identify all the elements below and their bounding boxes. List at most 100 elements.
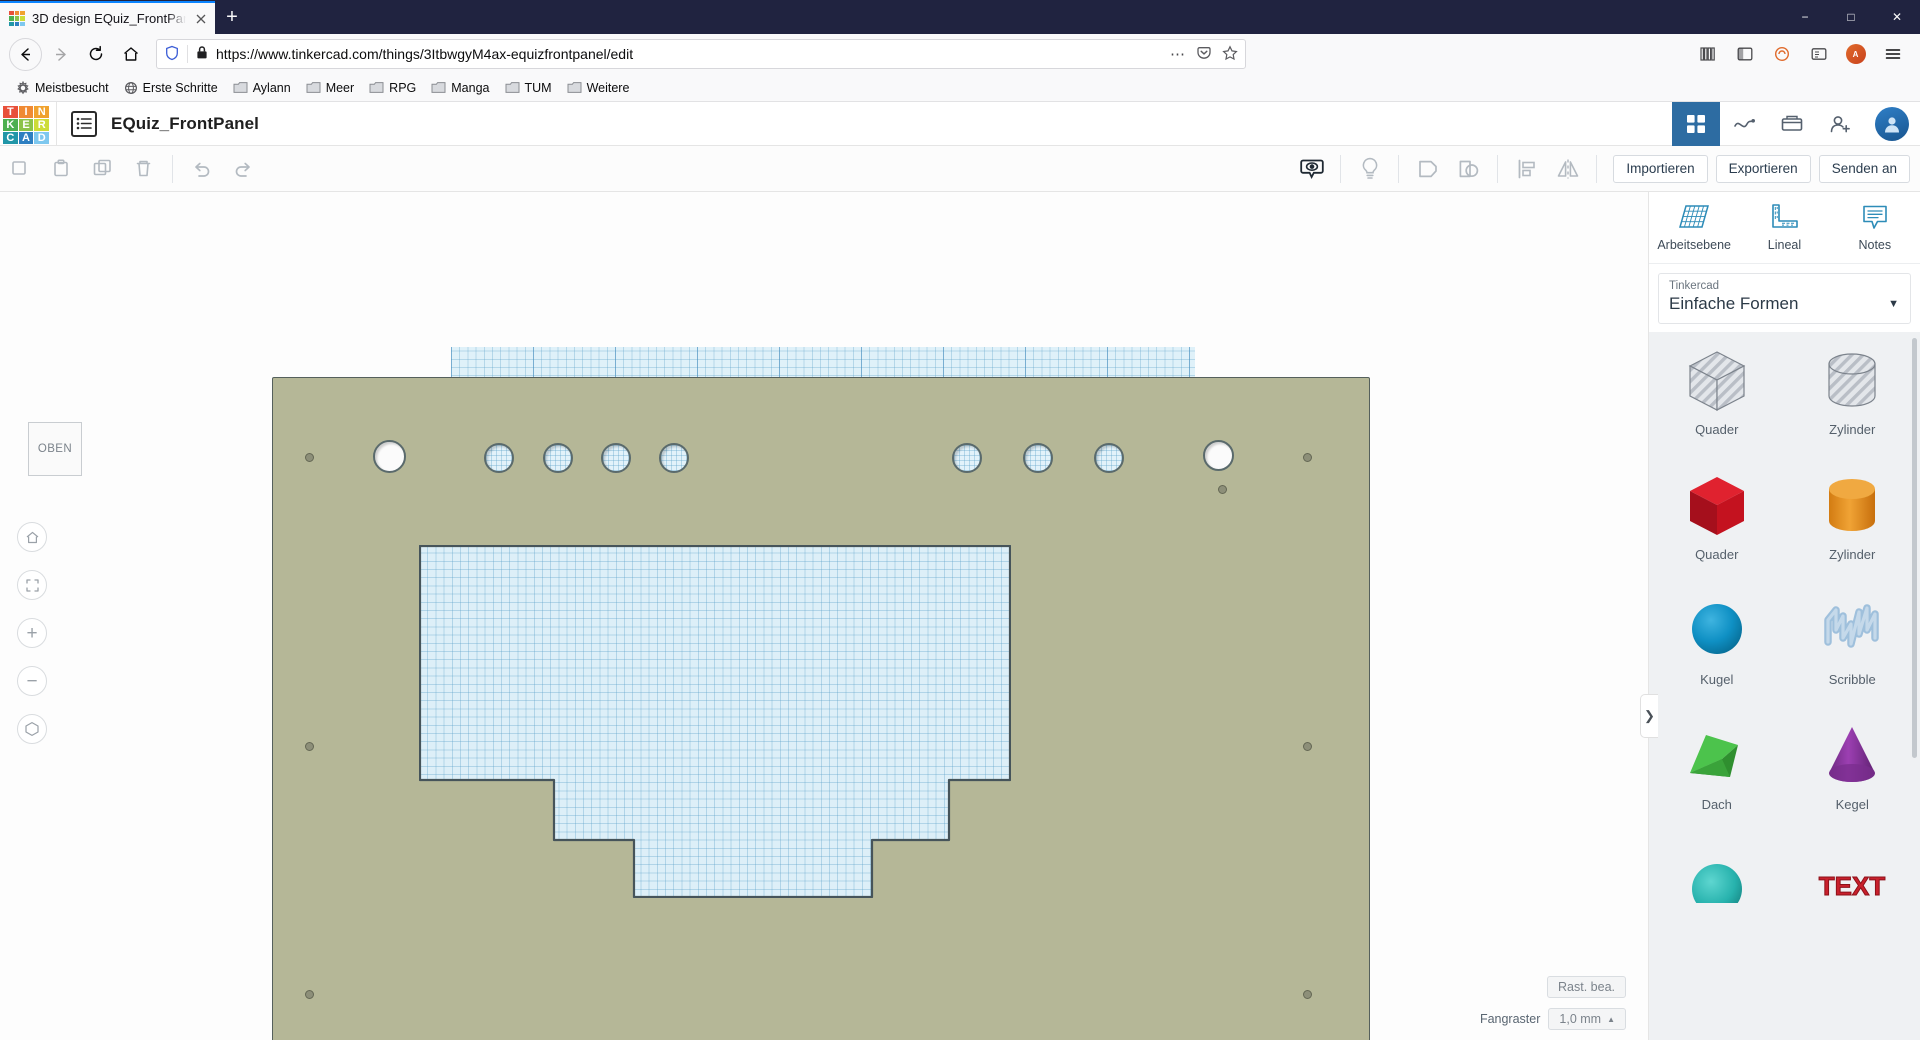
back-button[interactable] (9, 37, 42, 71)
shape-item-kegel[interactable]: Kegel (1785, 707, 1920, 832)
logo-letter: T (3, 105, 18, 118)
shape-library-grid[interactable]: Quader Zylinder Quader Zylinder Kugel Sc… (1649, 332, 1920, 1040)
reload-button[interactable] (79, 38, 112, 71)
shape-item-zylinder-orange[interactable]: Zylinder (1785, 457, 1920, 582)
shape-item-zylinder-hole[interactable]: Zylinder (1785, 332, 1920, 457)
shape-item-quader-red[interactable]: Quader (1649, 457, 1785, 582)
new-tab-button[interactable]: + (215, 1, 249, 34)
bookmark-label: TUM (524, 80, 552, 95)
toolbar-divider (1398, 154, 1400, 183)
sidebar-toggle-icon[interactable] (1728, 38, 1761, 71)
tool-label: Lineal (1767, 238, 1802, 252)
shape-item-dach[interactable]: Dach (1649, 707, 1785, 832)
browser-navbar: https://www.tinkercad.com/things/3Itbwgy… (0, 34, 1920, 74)
shape-item-partial-2[interactable]: TEXT (1785, 832, 1920, 957)
shape-item-scribble[interactable]: Scribble (1785, 582, 1920, 707)
window-controls: − □ ✕ (1782, 0, 1920, 34)
bookmark-label: Meer (325, 80, 355, 95)
sync-icon[interactable] (1765, 38, 1798, 71)
light-bulb-icon[interactable] (1349, 146, 1390, 192)
reader-icon[interactable] (1802, 38, 1835, 71)
group-icon[interactable] (1407, 146, 1448, 192)
url-bar[interactable]: https://www.tinkercad.com/things/3Itbwgy… (156, 39, 1246, 69)
logo-letter: A (18, 131, 34, 144)
bookmark-aylann[interactable]: Aylann (227, 78, 297, 98)
learn-icon[interactable] (1768, 102, 1816, 146)
window-maximize-button[interactable]: □ (1828, 0, 1874, 34)
url-divider (187, 45, 188, 63)
align-icon[interactable] (1506, 146, 1547, 192)
snap-grid-select[interactable]: 1,0 mm ▲ (1548, 1008, 1626, 1030)
delete-icon[interactable] (123, 146, 164, 192)
edit-tools-group (0, 146, 164, 192)
window-close-button[interactable]: ✕ (1874, 0, 1920, 34)
sphere-teal-icon (1680, 842, 1754, 920)
bookmark-star-icon[interactable] (1222, 44, 1238, 64)
bookmark-label: Manga (451, 80, 490, 95)
logo-letter: K (3, 118, 18, 131)
import-button[interactable]: Importieren (1613, 154, 1708, 183)
home-button[interactable] (114, 38, 147, 71)
pocket-icon[interactable] (1196, 45, 1212, 64)
sidebar-scrollbar[interactable] (1912, 338, 1917, 758)
zoom-out-icon[interactable]: − (17, 666, 47, 696)
sidebar-collapse-toggle[interactable]: ❯ (1640, 694, 1658, 738)
mirror-icon[interactable] (1547, 146, 1588, 192)
paste-icon[interactable] (41, 146, 82, 192)
3d-canvas[interactable]: OBEN + − Rast. bea. Fangraster 1,0 mm ▲ (0, 192, 1648, 1040)
zoom-in-icon[interactable]: + (17, 618, 47, 648)
shape-item-quader-hole[interactable]: Quader (1649, 332, 1785, 457)
tool-arbeitsebene[interactable]: Arbeitsebene (1649, 192, 1739, 263)
tool-notes[interactable]: Notes (1830, 192, 1920, 263)
library-icon[interactable] (1691, 38, 1724, 71)
library-category: Tinkercad (1669, 280, 1720, 292)
bookmark-tum[interactable]: TUM (499, 78, 558, 98)
forward-button[interactable] (44, 38, 77, 71)
fit-all-icon[interactable] (17, 570, 47, 600)
browser-tab[interactable]: 3D design EQuiz_FrontPanel | T (0, 1, 215, 34)
hole (952, 443, 982, 473)
chevron-down-icon[interactable]: ▼ (1888, 298, 1899, 310)
edit-grid-button[interactable]: Rast. bea. (1547, 976, 1626, 998)
home-view-icon[interactable] (17, 522, 47, 552)
bookmark-manga[interactable]: Manga (425, 78, 495, 98)
ortho-perspective-icon[interactable] (17, 714, 47, 744)
ungroup-icon[interactable] (1448, 146, 1489, 192)
duplicate-icon[interactable] (82, 146, 123, 192)
show-hide-icon[interactable] (1291, 146, 1332, 192)
shape-item-kugel[interactable]: Kugel (1649, 582, 1785, 707)
tinkercad-logo-icon[interactable]: T I N K E R C A D (3, 105, 49, 144)
library-selected: Einfache Formen (1669, 294, 1799, 313)
tinkercad-favicon-icon (9, 10, 25, 27)
account-avatar[interactable]: A (1839, 38, 1872, 71)
shape-label: Kegel (1835, 797, 1869, 812)
bookmark-weitere[interactable]: Weitere (561, 78, 636, 98)
shape-item-partial-1[interactable] (1649, 832, 1785, 957)
copy-icon[interactable] (0, 146, 41, 192)
bookmark-rpg[interactable]: RPG (363, 78, 422, 98)
project-list-icon[interactable] (71, 110, 97, 137)
view-cube[interactable]: OBEN (28, 422, 82, 476)
shield-icon[interactable] (164, 45, 180, 64)
bookmark-meistbesucht[interactable]: Meistbesucht (10, 78, 115, 98)
export-button[interactable]: Exportieren (1715, 154, 1811, 183)
header-divider (56, 101, 57, 146)
page-actions-icon[interactable]: ⋯ (1170, 45, 1186, 63)
tab-close-icon[interactable] (193, 11, 209, 27)
front-panel-model[interactable] (272, 377, 1370, 1040)
tool-lineal[interactable]: Lineal (1739, 192, 1829, 263)
bookmark-erste-schritte[interactable]: Erste Schritte (118, 78, 224, 98)
bookmark-meer[interactable]: Meer (300, 78, 360, 98)
window-minimize-button[interactable]: − (1782, 0, 1828, 34)
redo-icon[interactable] (222, 146, 263, 192)
send-to-button[interactable]: Senden an (1818, 154, 1910, 183)
grid-view-icon[interactable] (1672, 101, 1720, 146)
shape-library-selector[interactable]: Tinkercad Einfache Formen ▼ (1658, 273, 1911, 324)
hole (659, 443, 689, 473)
codeblocks-icon[interactable] (1720, 102, 1768, 146)
add-person-icon[interactable] (1816, 102, 1864, 146)
hamburger-menu-icon[interactable] (1876, 38, 1909, 71)
user-avatar[interactable] (1864, 102, 1920, 146)
undo-icon[interactable] (181, 146, 222, 192)
hole (601, 443, 631, 473)
